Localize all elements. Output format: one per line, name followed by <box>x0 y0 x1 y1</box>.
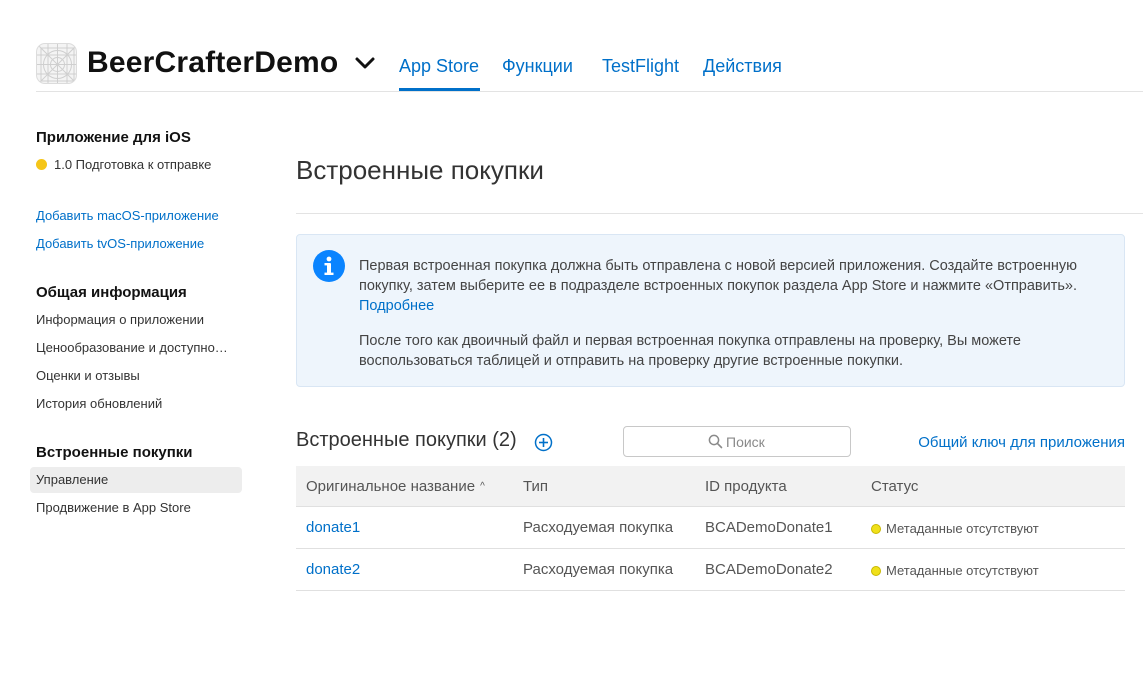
sidebar-item-version-1-0[interactable]: 1.0 Подготовка к отправке <box>54 157 211 172</box>
search-input[interactable] <box>726 432 844 452</box>
column-header-name-label: Оригинальное название <box>306 478 476 495</box>
info-icon <box>313 250 345 282</box>
sidebar-heading-iap: Встроенные покупки <box>36 444 193 461</box>
sidebar-item-manage[interactable]: Управление <box>36 472 108 487</box>
sidebar-item-version-history[interactable]: История обновлений <box>36 396 162 411</box>
tab-activity[interactable]: Действия <box>703 56 782 77</box>
sidebar-item-ratings[interactable]: Оценки и отзывы <box>36 368 140 383</box>
iap-status: Метаданные отсутствуют <box>886 521 1039 536</box>
info-text-first: Первая встроенная покупка должна быть от… <box>359 256 1099 316</box>
table-row: donate1 Расходуемая покупка BCADemoDonat… <box>296 507 1125 549</box>
iap-status: Метаданные отсутствуют <box>886 563 1039 578</box>
section-title: Встроенные покупки (2) <box>296 429 517 451</box>
table-row: donate2 Расходуемая покупка BCADemoDonat… <box>296 549 1125 591</box>
iap-product-id: BCADemoDonate1 <box>705 519 833 536</box>
info-banner: Первая встроенная покупка должна быть от… <box>296 234 1125 387</box>
column-header-status[interactable]: Статус <box>871 478 918 495</box>
sidebar-heading-ios: Приложение для iOS <box>36 129 191 146</box>
title-divider <box>296 213 1143 214</box>
iap-name-link[interactable]: donate1 <box>306 519 360 536</box>
add-icon[interactable] <box>534 433 553 452</box>
sidebar-item-pricing[interactable]: Ценообразование и доступно… <box>36 340 228 355</box>
sidebar-heading-general: Общая информация <box>36 284 187 301</box>
sort-ascending-icon: ^ <box>480 481 485 492</box>
iap-type: Расходуемая покупка <box>523 561 674 578</box>
search-field[interactable] <box>623 426 851 457</box>
info-paragraph-1: Первая встроенная покупка должна быть от… <box>359 258 1078 294</box>
sidebar-item-app-information[interactable]: Информация о приложении <box>36 312 204 327</box>
status-dot <box>871 524 881 534</box>
iap-type: Расходуемая покупка <box>523 519 674 536</box>
info-paragraph-2: После того как двоичный файл и первая вс… <box>359 333 1021 369</box>
chevron-down-icon[interactable] <box>354 56 376 70</box>
add-tvos-app-link[interactable]: Добавить tvOS-приложение <box>36 236 204 251</box>
header-divider <box>36 91 1143 92</box>
tab-features[interactable]: Функции <box>502 56 573 77</box>
column-header-type[interactable]: Тип <box>523 478 548 495</box>
add-macos-app-link[interactable]: Добавить macOS-приложение <box>36 208 219 223</box>
app-name: BeerCrafterDemo <box>87 46 339 79</box>
shared-secret-link[interactable]: Общий ключ для приложения <box>918 434 1125 451</box>
table-header: Оригинальное название ^ Тип ID продукта С… <box>296 466 1125 507</box>
learn-more-link[interactable]: Подробнее <box>359 298 434 314</box>
iap-name-link[interactable]: donate2 <box>306 561 360 578</box>
status-dot <box>36 159 47 170</box>
column-header-product-id[interactable]: ID продукта <box>705 478 787 495</box>
column-header-name[interactable]: Оригинальное название ^ <box>306 478 485 495</box>
search-icon <box>708 434 723 449</box>
tab-testflight[interactable]: TestFlight <box>602 56 679 77</box>
app-icon <box>36 43 77 84</box>
page-title: Встроенные покупки <box>296 155 544 185</box>
status-dot <box>871 566 881 576</box>
sidebar-item-promotion[interactable]: Продвижение в App Store <box>36 500 191 515</box>
tab-app-store[interactable]: App Store <box>399 56 479 77</box>
iap-product-id: BCADemoDonate2 <box>705 561 833 578</box>
